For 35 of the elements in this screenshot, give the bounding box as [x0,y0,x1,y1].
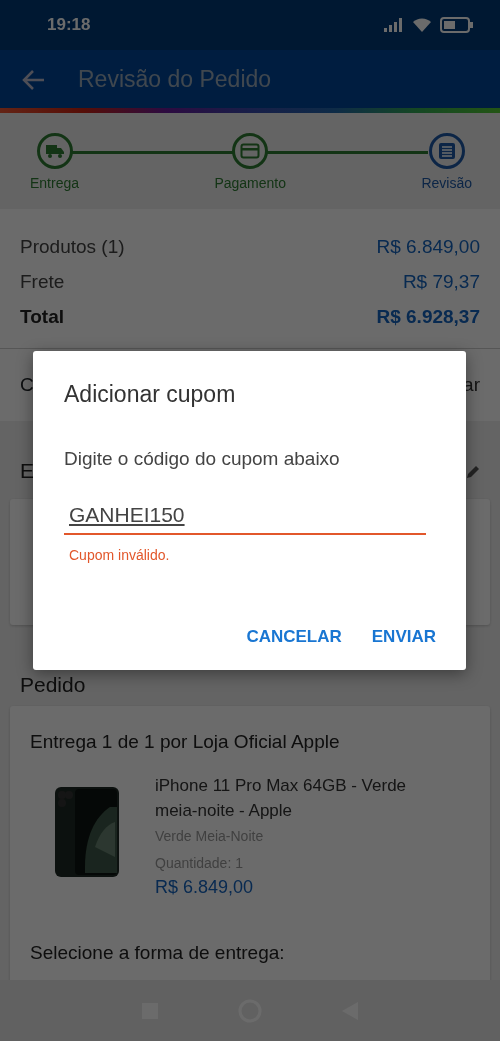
summary-label: Produtos (1) [20,235,125,259]
dialog-title: Adicionar cupom [64,380,237,409]
step-indicator[interactable] [36,133,73,169]
submit-button[interactable]: ENVIAR [371,617,436,655]
summary-label: Frete [20,270,65,294]
card-icon [240,143,261,159]
section-title: Pedido [20,672,86,696]
wifi-icon [412,17,432,33]
document-icon [437,142,456,160]
clock-time: 19:18 [47,14,91,37]
step-indicator[interactable] [428,133,465,169]
step-label: Revisão [421,174,472,193]
step-indicator[interactable] [232,133,269,169]
summary-value: R$ 79,37 [402,270,480,294]
back-arrow-icon [22,68,46,91]
cancel-button[interactable]: CANCELAR [246,617,342,655]
dialog-message: Digite o código do cupom abaixo [64,446,341,471]
delivery-title: Entrega 1 de 1 por Loja Oficial Apple [30,730,341,754]
section-title: E [20,458,34,484]
page-title: Revisão do Pedido [78,64,272,94]
summary-value: R$ 6.928,37 [376,305,480,329]
back-button[interactable] [22,67,46,91]
coupon-label: C [20,372,34,397]
step-label: Entrega [30,174,80,193]
battery-icon [440,17,474,33]
shipping-prompt: Selecione a forma de entrega: [30,940,286,965]
step-label: Pagamento [214,174,287,193]
truck-icon [44,143,65,159]
coupon-input[interactable]: GANHEI150 [64,499,426,535]
summary-value: R$ 6.849,00 [376,235,480,259]
error-message: Cupom inválido. [69,545,171,565]
signal-icon [384,18,404,32]
product-name: iPhone 11 Pro Max 64GB - Verde meia-noite - Apple [155,774,408,822]
summary-label: Total [20,305,64,329]
product-price: R$ 6.849,00 [155,875,255,899]
